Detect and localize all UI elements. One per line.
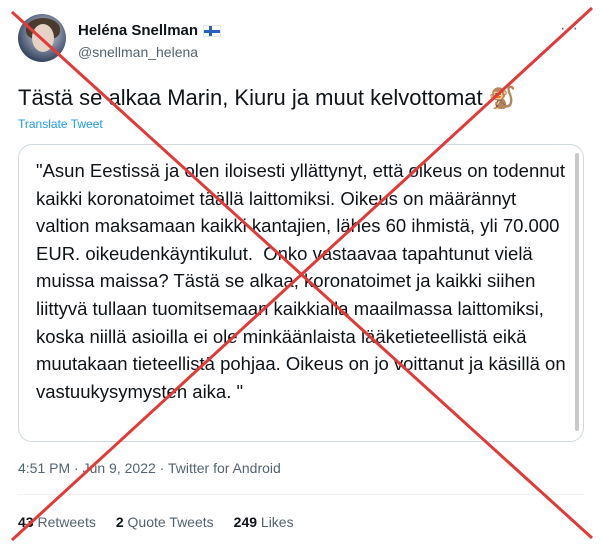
finland-flag-icon <box>203 24 222 37</box>
likes-stat[interactable]: 249 Likes <box>234 514 294 530</box>
engagement-stats: 43 Retweets 2 Quote Tweets 249 Likes <box>18 514 294 530</box>
quote-tweets-label: Quote Tweets <box>127 514 214 530</box>
avatar-face <box>32 24 54 52</box>
likes-label: Likes <box>260 514 294 530</box>
more-options-icon[interactable]: ··· <box>560 20 579 38</box>
retweets-count: 43 <box>18 514 34 530</box>
tweet-metadata: 4:51 PM · Jun 9, 2022 · Twitter for Andr… <box>18 460 281 476</box>
author-name[interactable]: Heléna Snellman <box>78 22 198 39</box>
author-handle[interactable]: @snellman_helena <box>78 44 198 60</box>
avatar[interactable] <box>18 14 66 62</box>
tweet-body: Tästä se alkaa Marin, Kiuru ja muut kelv… <box>18 85 483 110</box>
scrollbar[interactable] <box>575 153 579 431</box>
tweet-text: Tästä se alkaa Marin, Kiuru ja muut kelv… <box>18 84 583 112</box>
meta-separator: · <box>159 460 165 476</box>
monkey-emoji-icon: 🐒 <box>488 85 517 110</box>
author-name-row[interactable]: Heléna Snellman <box>78 22 222 39</box>
meta-separator: · <box>74 460 79 476</box>
likes-count: 249 <box>233 514 258 530</box>
tweet-header: Heléna Snellman @snellman_helena ··· <box>18 14 583 70</box>
quoted-text: "Asun Eestissä ja olen iloisesti yllätty… <box>36 160 571 402</box>
translate-tweet-link[interactable]: Translate Tweet <box>18 117 103 131</box>
quote-tweets-stat[interactable]: 2 Quote Tweets <box>116 514 214 530</box>
quote-tweets-count: 2 <box>115 514 124 530</box>
retweets-stat[interactable]: 43 Retweets <box>18 514 96 530</box>
retweets-label: Retweets <box>37 514 96 530</box>
tweet-time[interactable]: 4:51 PM <box>18 460 70 476</box>
tweet-date[interactable]: Jun 9, 2022 <box>83 460 156 476</box>
quoted-text-box[interactable]: "Asun Eestissä ja olen iloisesti yllätty… <box>18 144 584 442</box>
tweet-source[interactable]: Twitter for Android <box>168 460 281 476</box>
divider <box>18 494 584 495</box>
